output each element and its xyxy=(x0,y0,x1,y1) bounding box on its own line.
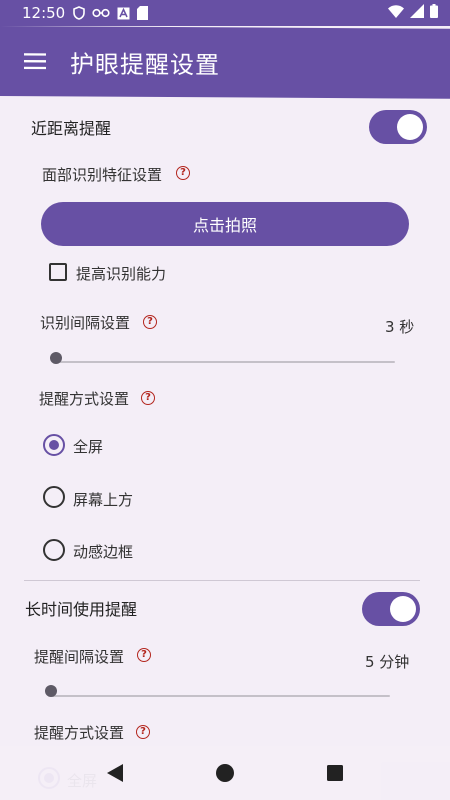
switch-knob xyxy=(390,596,416,622)
menu-icon[interactable] xyxy=(0,26,70,96)
near-reminder-switch[interactable] xyxy=(369,110,427,144)
improve-recognition-label: 提高识别能力 xyxy=(76,265,167,283)
near-reminder-label: 近距离提醒 xyxy=(31,119,112,138)
home-circle-icon[interactable] xyxy=(195,746,255,800)
help-icon[interactable]: ? xyxy=(136,725,150,739)
reminder-interval-slider-track[interactable] xyxy=(52,695,390,697)
recognition-interval-label: 识别间隔设置 xyxy=(40,314,131,332)
reminder-interval-value: 5 分钟 xyxy=(365,653,410,671)
long-mode-label: 提醒方式设置 xyxy=(34,724,125,742)
reminder-interval-label: 提醒间隔设置 xyxy=(34,648,125,666)
face-feature-setting-label: 面部识别特征设置 xyxy=(42,166,163,184)
sd-card-icon xyxy=(137,6,149,20)
page-title: 护眼提醒设置 xyxy=(70,49,220,79)
a-box-icon xyxy=(117,7,130,20)
near-mode-label: 提醒方式设置 xyxy=(39,390,130,408)
settings-content[interactable]: 近距离提醒 面部识别特征设置 ? 点击拍照 提高识别能力 识别间隔设置 ? 3 … xyxy=(0,96,450,746)
glasses-icon xyxy=(92,8,110,18)
recognition-interval-value: 3 秒 xyxy=(385,318,415,336)
take-photo-button[interactable]: 点击拍照 xyxy=(41,202,409,246)
app-bar: 护眼提醒设置 xyxy=(0,26,450,99)
status-bar: 12:50 xyxy=(0,0,450,26)
section-divider xyxy=(24,580,420,581)
help-icon[interactable]: ? xyxy=(137,648,151,662)
radio-dynamic-border[interactable] xyxy=(43,539,65,561)
radio-dynamic-border-label: 动感边框 xyxy=(73,543,134,561)
help-icon[interactable]: ? xyxy=(143,315,157,329)
radio-screen-top-label: 屏幕上方 xyxy=(73,491,134,509)
radio-fullscreen[interactable] xyxy=(43,434,65,456)
help-icon[interactable]: ? xyxy=(176,166,190,180)
system-nav-bar xyxy=(0,746,450,800)
reminder-interval-slider-thumb[interactable] xyxy=(45,685,57,697)
recognition-interval-slider-thumb[interactable] xyxy=(50,352,62,364)
recents-square-icon[interactable] xyxy=(305,746,365,800)
help-icon[interactable]: ? xyxy=(141,391,155,405)
signal-icon xyxy=(410,4,424,22)
back-triangle-icon[interactable] xyxy=(85,746,145,800)
radio-screen-top[interactable] xyxy=(43,486,65,508)
status-time: 12:50 xyxy=(22,4,66,22)
long-usage-reminder-label: 长时间使用提醒 xyxy=(25,600,138,619)
recognition-interval-slider-track[interactable] xyxy=(56,361,395,363)
wifi-icon xyxy=(388,4,404,22)
switch-knob xyxy=(397,114,423,140)
long-usage-reminder-switch[interactable] xyxy=(362,592,420,626)
improve-recognition-checkbox[interactable] xyxy=(49,263,67,281)
radio-fullscreen-label: 全屏 xyxy=(73,438,104,456)
battery-icon xyxy=(430,4,438,22)
shield-icon xyxy=(73,6,86,20)
